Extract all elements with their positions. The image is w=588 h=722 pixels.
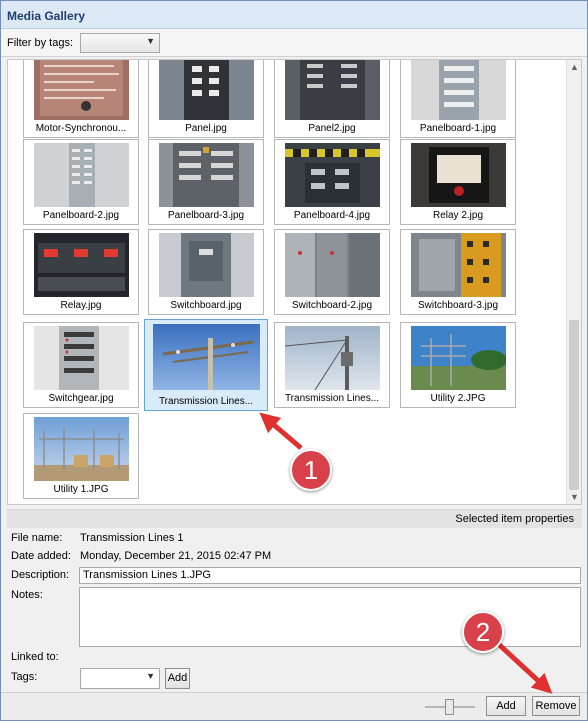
item-properties-panel: Selected item properties File name: Tran… [7,509,582,691]
thumbnail-image [411,143,506,207]
tile-caption: Switchgear.jpg [48,393,114,404]
tile-caption: Switchboard-2.jpg [291,300,373,311]
title-bar: Media Gallery [1,1,587,29]
tile-caption: Switchboard-3.jpg [417,300,499,311]
thumbnail-image [285,143,380,207]
thumbnail-image [285,60,380,120]
thumbnail-image [153,324,260,390]
thumbnail-image [34,326,129,390]
add-button[interactable]: Add [486,696,526,716]
media-tile[interactable]: Panel2.jpg [274,60,390,138]
linked-to-label: Linked to: [11,651,59,663]
tile-caption: Relay 2.jpg [432,210,484,221]
tile-caption: Panelboard-4.jpg [293,210,371,221]
thumbnail-image [159,233,254,297]
thumbnail-image [159,143,254,207]
filter-label: Filter by tags: [7,37,74,49]
add-button-label: Add [496,700,516,712]
remove-button-label: Remove [535,700,577,712]
filter-toolbar: Filter by tags: ▼ [1,29,587,57]
date-added-value: Monday, December 21, 2015 02:47 PM [80,550,272,562]
notes-label: Notes: [11,589,43,601]
add-tag-button-label: Add [167,672,188,684]
file-name-value: Transmission Lines 1 [80,532,184,544]
media-tile[interactable]: Utility 1.JPG [23,413,139,499]
media-tile[interactable]: Motor-Synchronou... [23,60,139,138]
description-value: Transmission Lines 1.JPG [83,569,211,581]
tag-filter-dropdown[interactable]: ▼ [80,33,160,53]
tile-caption: Panel2.jpg [308,123,356,134]
window-title: Media Gallery [7,9,86,23]
scroll-up-icon[interactable]: ▲ [570,62,579,72]
tags-label: Tags: [11,671,38,683]
thumbnail-image [34,233,129,297]
description-field[interactable]: Transmission Lines 1.JPG [79,567,581,584]
callout-1-badge: 1 [290,449,332,491]
media-tile[interactable]: Switchboard-2.jpg [274,229,390,315]
footer-bar: Add Remove [1,692,587,720]
notes-field[interactable] [79,587,581,647]
tile-caption: Panel.jpg [185,123,227,134]
tile-caption: Relay.jpg [60,300,102,311]
thumbnail-image [159,60,254,120]
tile-caption: Panelboard-2.jpg [42,210,120,221]
slider-handle[interactable] [445,699,454,715]
media-tile[interactable]: Panel.jpg [148,60,264,138]
media-tile[interactable]: Switchboard.jpg [148,229,264,315]
callout-2-badge: 2 [462,611,504,653]
callout-1-number: 1 [303,455,319,485]
media-tile[interactable]: Relay 2.jpg [400,139,516,225]
add-tag-button[interactable]: Add [165,668,190,689]
tile-caption: Utility 2.JPG [430,393,486,404]
tile-caption: Transmission Lines... [158,396,254,407]
chevron-down-icon: ▼ [146,36,155,46]
thumbnail-image [285,326,380,390]
tile-caption: Transmission Lines... [284,393,380,404]
tile-caption: Panelboard-1.jpg [419,123,497,134]
media-tile[interactable]: Transmission Lines... [274,322,390,408]
media-tile[interactable]: Utility 2.JPG [400,322,516,408]
tile-caption: Utility 1.JPG [53,484,109,495]
file-name-label: File name: [11,532,63,544]
thumbnail-image [411,233,506,297]
media-grid: Motor-Synchronou... Panel.jpg Panel2.jpg… [7,59,582,505]
properties-header-label: Selected item properties [455,513,574,525]
callout-2-number: 2 [475,617,491,647]
media-tile[interactable]: Panelboard-1.jpg [400,60,516,138]
thumbnail-image [411,60,506,120]
tile-caption: Switchboard.jpg [170,300,242,311]
thumbnail-image [34,60,129,120]
media-tile[interactable]: Switchgear.jpg [23,322,139,408]
media-tile[interactable]: Relay.jpg [23,229,139,315]
thumbnail-image [34,417,129,481]
remove-button[interactable]: Remove [532,696,580,716]
date-added-label: Date added: [11,550,71,562]
media-tile[interactable]: Panelboard-2.jpg [23,139,139,225]
media-tile[interactable]: Switchboard-3.jpg [400,229,516,315]
tile-caption: Panelboard-3.jpg [167,210,245,221]
scrollbar-thumb[interactable] [569,320,579,490]
thumbnail-image [34,143,129,207]
description-label: Description: [11,569,70,581]
media-tile-selected[interactable]: Transmission Lines... [144,319,268,411]
properties-header: Selected item properties [7,510,582,528]
thumbnail-image [411,326,506,390]
media-gallery-window: Media Gallery Filter by tags: ▼ Motor-Sy… [0,0,588,721]
media-tile[interactable]: Panelboard-4.jpg [274,139,390,225]
tile-caption: Motor-Synchronou... [35,123,127,134]
tags-dropdown[interactable]: ▼ [80,668,160,689]
gallery-scrollbar[interactable]: ▲ ▼ [566,60,581,504]
scroll-down-icon[interactable]: ▼ [570,492,579,502]
chevron-down-icon: ▼ [146,671,155,681]
media-tile[interactable]: Panelboard-3.jpg [148,139,264,225]
thumbnail-image [285,233,380,297]
